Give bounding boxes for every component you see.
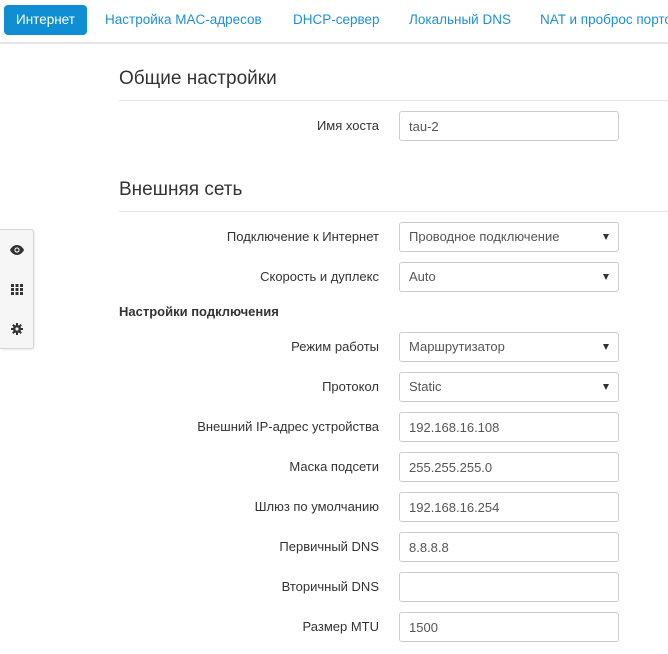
protocol-value: Static bbox=[409, 379, 442, 394]
mode-value: Маршрутизатор bbox=[409, 339, 505, 354]
subnet-mask-label: Маска подсети bbox=[289, 459, 379, 474]
caret-down-icon bbox=[603, 274, 609, 280]
tab-nat-port-forwarding[interactable]: NAT и проброс портов bbox=[540, 5, 668, 35]
grid-icon[interactable] bbox=[0, 269, 33, 309]
mode-select[interactable]: Маршрутизатор bbox=[399, 332, 619, 362]
hostname-label: Имя хоста bbox=[316, 118, 379, 133]
section-divider bbox=[119, 211, 668, 212]
connection-type-value: Проводное подключение bbox=[409, 229, 560, 244]
mtu-label: Размер MTU bbox=[302, 619, 379, 634]
side-toolbar bbox=[0, 229, 34, 349]
gateway-label: Шлюз по умолчанию bbox=[254, 499, 379, 514]
tab-dhcp-server[interactable]: DHCP-сервер bbox=[293, 5, 380, 35]
gear-icon[interactable] bbox=[0, 309, 33, 349]
mode-label: Режим работы bbox=[291, 339, 379, 354]
tab-mac-settings[interactable]: Настройка MAC-адресов bbox=[105, 5, 262, 35]
connection-type-label: Подключение к Интернет bbox=[226, 229, 379, 244]
subsection-title-connection: Настройки подключения bbox=[119, 304, 279, 319]
primary-dns-label: Первичный DNS bbox=[279, 539, 379, 554]
section-title-wan: Внешняя сеть bbox=[119, 179, 243, 200]
ip-address-input[interactable] bbox=[399, 412, 619, 442]
speed-duplex-select[interactable]: Auto bbox=[399, 262, 619, 292]
tab-bar: Интернет Настройка MAC-адресов DHCP-серв… bbox=[0, 0, 668, 44]
primary-dns-input[interactable] bbox=[399, 532, 619, 562]
tab-local-dns[interactable]: Локальный DNS bbox=[409, 5, 511, 35]
speed-duplex-value: Auto bbox=[409, 269, 436, 284]
protocol-select[interactable]: Static bbox=[399, 372, 619, 402]
hostname-input[interactable] bbox=[399, 111, 619, 141]
section-title-general: Общие настройки bbox=[119, 68, 277, 89]
protocol-label: Протокол bbox=[322, 379, 379, 394]
mtu-input[interactable] bbox=[399, 612, 619, 642]
speed-duplex-label: Скорость и дуплекс bbox=[260, 269, 379, 284]
eye-icon[interactable] bbox=[0, 230, 33, 270]
caret-down-icon bbox=[603, 384, 609, 390]
ip-address-label: Внешний IP-адрес устройства bbox=[197, 419, 379, 434]
caret-down-icon bbox=[603, 344, 609, 350]
subnet-mask-input[interactable] bbox=[399, 452, 619, 482]
gateway-input[interactable] bbox=[399, 492, 619, 522]
tab-internet[interactable]: Интернет bbox=[4, 5, 87, 35]
caret-down-icon bbox=[603, 234, 609, 240]
connection-type-select[interactable]: Проводное подключение bbox=[399, 222, 619, 252]
secondary-dns-label: Вторичный DNS bbox=[281, 579, 379, 594]
secondary-dns-input[interactable] bbox=[399, 572, 619, 602]
section-divider bbox=[119, 100, 668, 101]
